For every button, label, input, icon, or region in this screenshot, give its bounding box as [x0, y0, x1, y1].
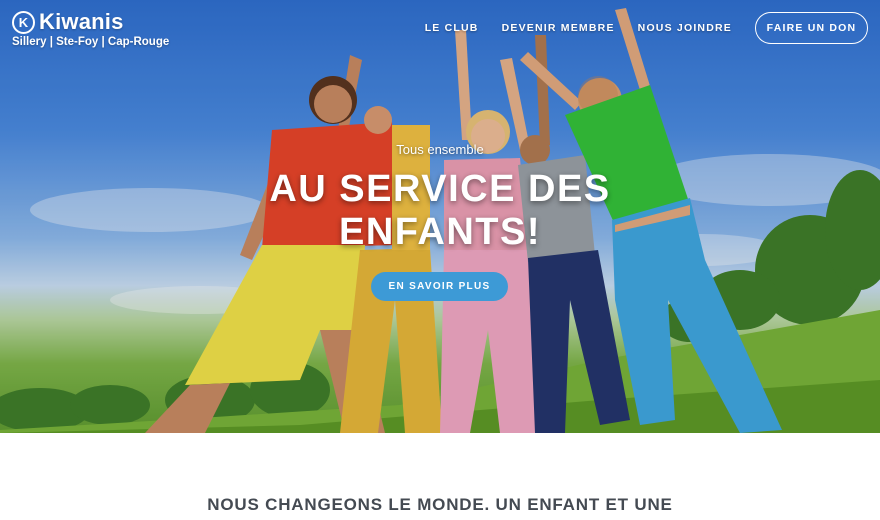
- brand-subtitle: Sillery | Ste-Foy | Cap-Rouge: [12, 36, 170, 48]
- main-nav: LE CLUB DEVENIR MEMBRE NOUS JOINDRE FAIR…: [425, 12, 868, 44]
- mission-heading: NOUS CHANGEONS LE MONDE. UN ENFANT ET UN…: [207, 495, 673, 514]
- hero-headline-line1: AU SERVICE DES: [269, 168, 611, 210]
- site-logo[interactable]: K Kiwanis Sillery | Ste-Foy | Cap-Rouge: [12, 9, 169, 48]
- learn-more-button[interactable]: EN SAVOIR PLUS: [371, 272, 508, 301]
- kiwanis-emblem-icon: K: [12, 10, 35, 34]
- nav-item-le-club[interactable]: LE CLUB: [425, 22, 479, 34]
- nav-item-devenir-membre[interactable]: DEVENIR MEMBRE: [502, 22, 615, 34]
- hero-section: K Kiwanis Sillery | Ste-Foy | Cap-Rouge …: [0, 0, 880, 433]
- nav-item-nous-joindre[interactable]: NOUS JOINDRE: [638, 22, 732, 34]
- hero-headline: AU SERVICE DES ENFANTS!: [0, 168, 880, 254]
- brand-name: Kiwanis: [39, 9, 124, 34]
- donate-button[interactable]: FAIRE UN DON: [755, 12, 868, 44]
- hero-tagline: Tous ensemble: [396, 142, 484, 157]
- hero-headline-line2: ENFANTS!: [339, 211, 541, 253]
